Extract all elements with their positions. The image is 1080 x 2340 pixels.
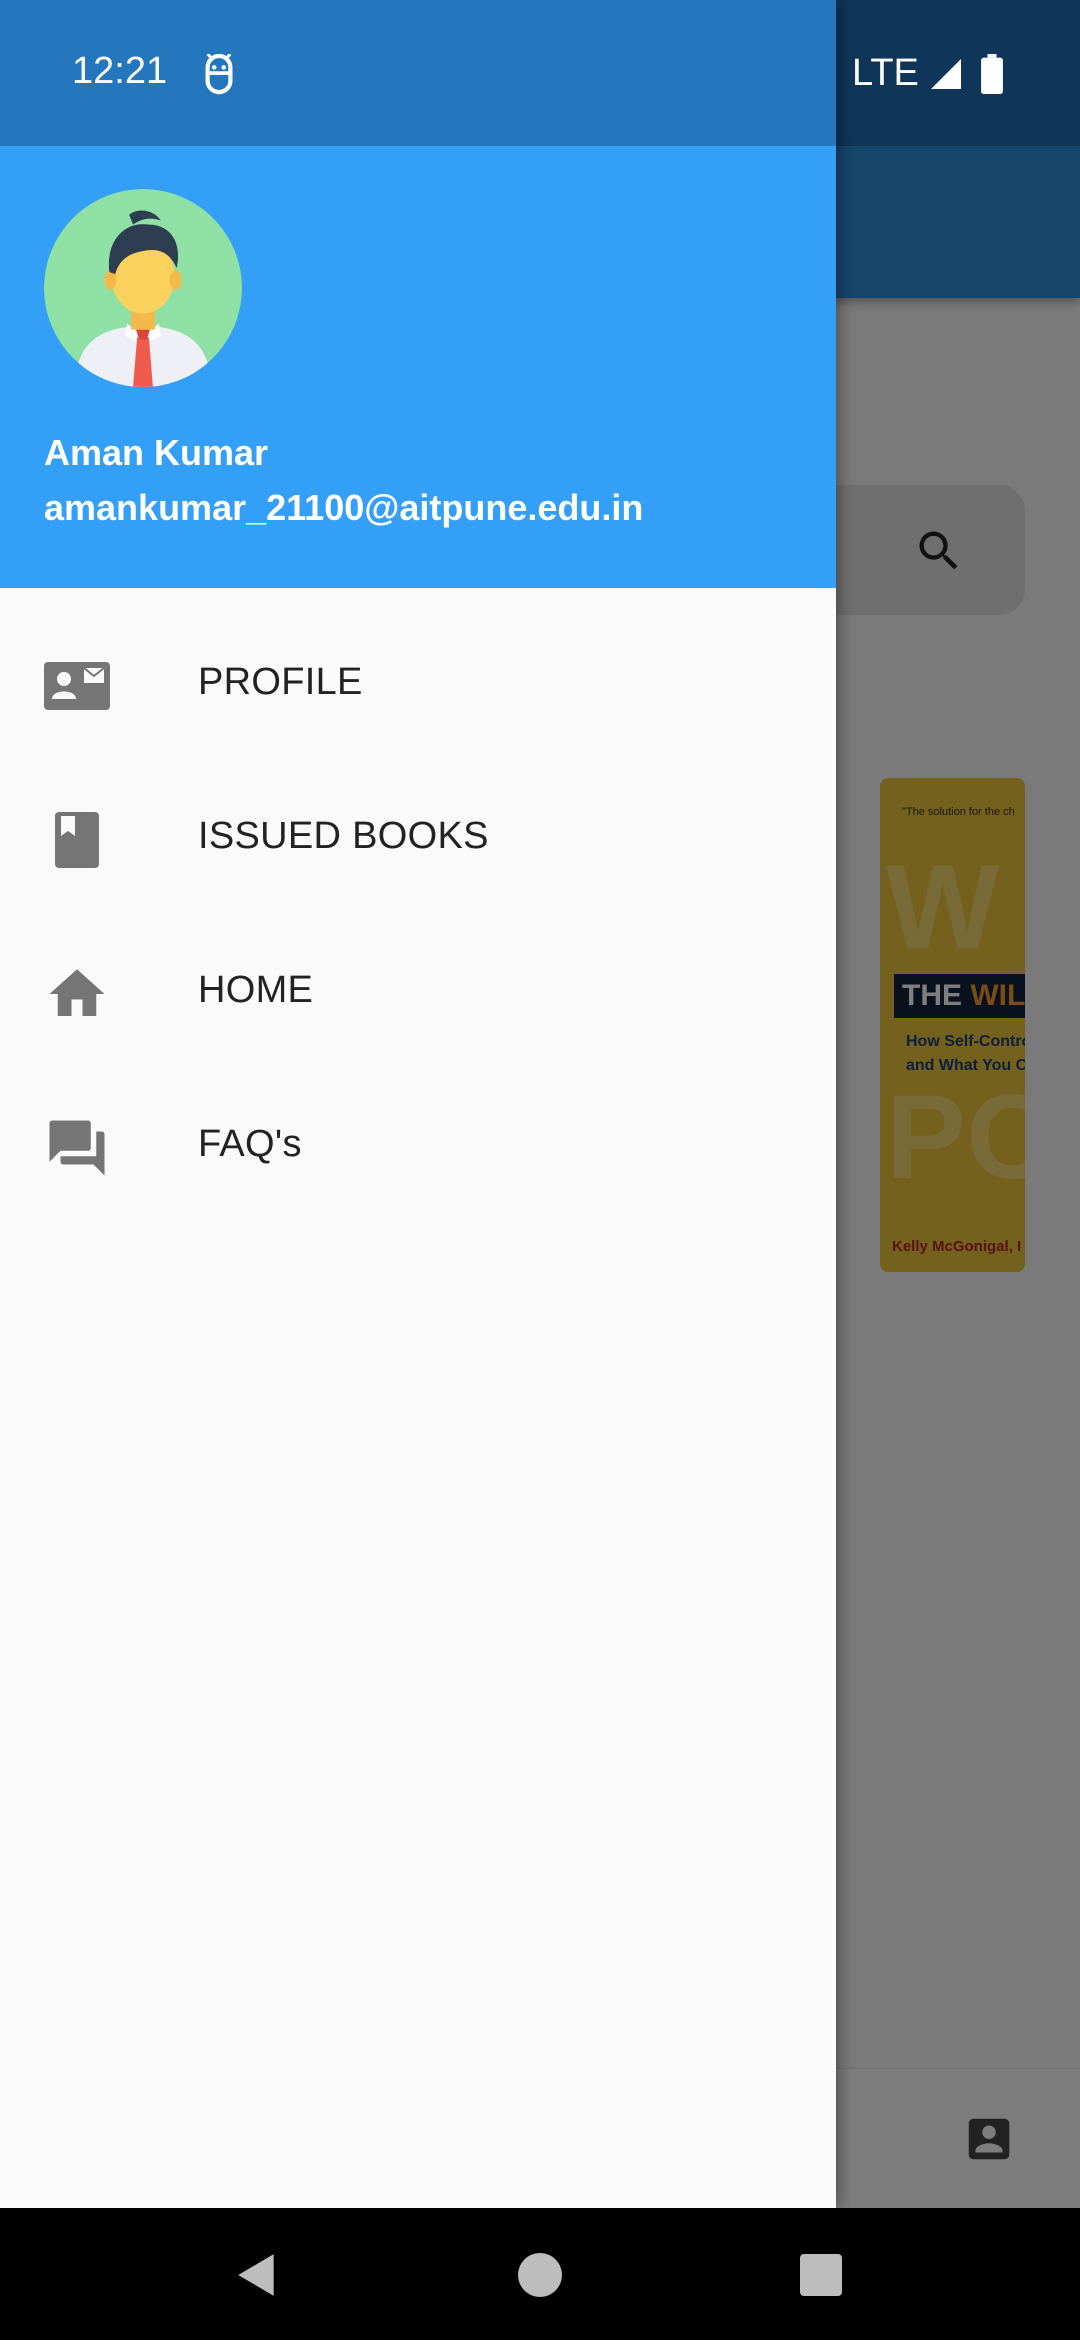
home-button-icon[interactable] xyxy=(518,2253,562,2297)
signal-icon xyxy=(931,59,961,89)
drawer-item-label: HOME xyxy=(198,969,314,1011)
back-icon[interactable] xyxy=(232,2250,282,2300)
system-navigation-bar xyxy=(0,2208,1080,2340)
drawer-item-label: FAQ's xyxy=(198,1123,302,1165)
network-type: LTE xyxy=(852,52,919,94)
drawer-item-issued-books[interactable]: ISSUED BOOKS xyxy=(0,765,836,915)
avatar[interactable] xyxy=(44,189,242,387)
forum-icon xyxy=(49,1120,105,1176)
battery-icon xyxy=(981,54,1003,94)
status-bar: 12:21 xyxy=(0,0,836,146)
user-name: Aman Kumar xyxy=(44,432,269,473)
status-time: 12:21 xyxy=(72,50,168,92)
book-icon xyxy=(55,812,99,868)
navigation-drawer: 12:21 Aman Kumar amankumar_21100@aitpune… xyxy=(0,0,836,2208)
drawer-item-faq[interactable]: FAQ's xyxy=(0,1073,836,1223)
contact-card-icon xyxy=(44,662,110,710)
drawer-item-label: PROFILE xyxy=(198,661,363,703)
android-debug-icon xyxy=(205,54,233,95)
drawer-item-home[interactable]: HOME xyxy=(0,919,836,1069)
user-email: amankumar_21100@aitpune.edu.in xyxy=(44,487,644,528)
drawer-item-label: ISSUED BOOKS xyxy=(198,815,489,857)
home-icon xyxy=(49,969,105,1016)
drawer-item-profile[interactable]: PROFILE xyxy=(0,611,836,761)
recents-icon[interactable] xyxy=(800,2254,842,2296)
